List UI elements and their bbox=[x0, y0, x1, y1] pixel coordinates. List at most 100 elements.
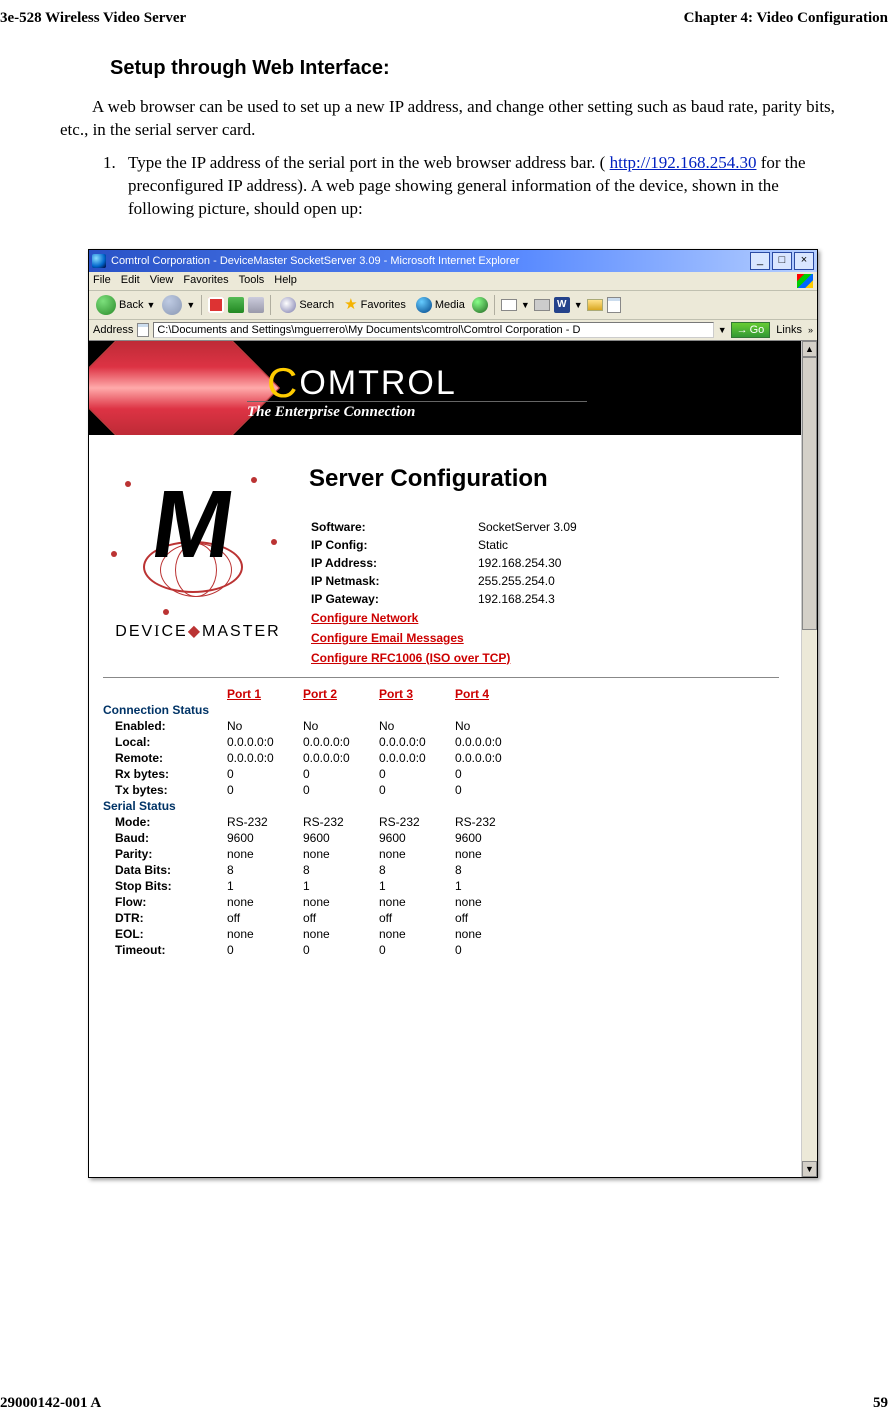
port-4-link[interactable]: Port 4 bbox=[455, 687, 489, 701]
brand-banner: COMTROL The Enterprise Connection bbox=[89, 341, 801, 435]
row-label: Enabled: bbox=[103, 718, 223, 734]
favorites-button[interactable]: ★ Favorites bbox=[341, 297, 409, 313]
cell-value: none bbox=[223, 926, 299, 942]
chevron-down-icon: ▼ bbox=[146, 300, 155, 310]
m-letter-icon: M bbox=[148, 487, 239, 564]
go-button[interactable]: → Go bbox=[731, 322, 771, 338]
row-label: Baud: bbox=[103, 830, 223, 846]
chevron-down-icon[interactable]: ▼ bbox=[718, 325, 727, 335]
chevron-down-icon[interactable]: ▼ bbox=[186, 300, 195, 310]
cfg-row: IP Netmask:255.255.254.0 bbox=[311, 573, 799, 589]
scroll-track[interactable] bbox=[802, 357, 817, 1161]
cell-value: 0 bbox=[375, 782, 451, 798]
table-row: DTR:offoffoffoff bbox=[103, 910, 527, 926]
chevron-right-icon[interactable]: » bbox=[808, 325, 813, 335]
cell-value: off bbox=[451, 910, 527, 926]
scroll-thumb[interactable] bbox=[802, 357, 817, 630]
port-1-link[interactable]: Port 1 bbox=[227, 687, 261, 701]
cell-value: 0 bbox=[451, 942, 527, 958]
media-button[interactable]: Media bbox=[413, 296, 468, 314]
scroll-down-icon[interactable]: ▼ bbox=[802, 1161, 817, 1177]
menu-help[interactable]: Help bbox=[274, 274, 297, 288]
close-button[interactable]: × bbox=[794, 252, 814, 270]
ip-address-link[interactable]: http://192.168.254.30 bbox=[610, 153, 757, 172]
configure-network-link[interactable]: Configure Network bbox=[311, 610, 418, 626]
screenshot: Comtrol Corporation - DeviceMaster Socke… bbox=[88, 249, 818, 1178]
cell-value: 0.0.0.0:0 bbox=[375, 750, 451, 766]
cell-value: 0 bbox=[223, 766, 299, 782]
port-header-row: Port 1 Port 2 Port 3 Port 4 bbox=[103, 686, 527, 702]
page-content: Setup through Web Interface: A web brows… bbox=[0, 27, 894, 1178]
page-button[interactable] bbox=[607, 297, 621, 313]
row-label: EOL: bbox=[103, 926, 223, 942]
configure-email-link[interactable]: Configure Email Messages bbox=[311, 630, 464, 646]
edit-button[interactable]: W bbox=[554, 297, 570, 313]
links-label[interactable]: Links bbox=[774, 324, 804, 336]
row-label: DTR: bbox=[103, 910, 223, 926]
folder-button[interactable] bbox=[587, 299, 603, 311]
table-row: EOL:nonenonenonenone bbox=[103, 926, 527, 942]
scroll-up-icon[interactable]: ▲ bbox=[802, 341, 817, 357]
back-button[interactable]: Back ▼ bbox=[93, 294, 158, 316]
header-right: Chapter 4: Video Configuration bbox=[684, 10, 888, 27]
vertical-scrollbar[interactable]: ▲ ▼ bbox=[801, 341, 817, 1177]
cell-value: No bbox=[451, 718, 527, 734]
row-label: Remote: bbox=[103, 750, 223, 766]
cell-value: none bbox=[299, 926, 375, 942]
toolbar: Back ▼ ▼ Search ★ Favorites bbox=[89, 291, 817, 320]
maximize-button[interactable]: □ bbox=[772, 252, 792, 270]
row-label: Parity: bbox=[103, 846, 223, 862]
menu-file[interactable]: File bbox=[93, 274, 111, 288]
mail-button[interactable] bbox=[501, 299, 517, 311]
row-label: Timeout: bbox=[103, 942, 223, 958]
menu-tools[interactable]: Tools bbox=[239, 274, 265, 288]
step-1: Type the IP address of the serial port i… bbox=[120, 152, 844, 221]
cell-value: none bbox=[299, 846, 375, 862]
search-icon bbox=[280, 297, 296, 313]
port-2-link[interactable]: Port 2 bbox=[303, 687, 337, 701]
history-button[interactable] bbox=[472, 297, 488, 313]
forward-button[interactable] bbox=[162, 295, 182, 315]
stop-button[interactable] bbox=[208, 297, 224, 313]
print-button[interactable] bbox=[534, 299, 550, 311]
config-panel: Server Configuration Software:SocketServ… bbox=[309, 435, 801, 669]
configure-rfc1006-link[interactable]: Configure RFC1006 (ISO over TCP) bbox=[311, 650, 510, 666]
table-row: Baud:9600960096009600 bbox=[103, 830, 527, 846]
table-row: Local:0.0.0.0:00.0.0.0:00.0.0.0:00.0.0.0… bbox=[103, 734, 527, 750]
menu-view[interactable]: View bbox=[150, 274, 174, 288]
chevron-down-icon[interactable]: ▼ bbox=[521, 300, 530, 310]
address-input[interactable] bbox=[153, 322, 713, 338]
titlebar: Comtrol Corporation - DeviceMaster Socke… bbox=[89, 250, 817, 272]
separator bbox=[270, 295, 271, 315]
cell-value: 1 bbox=[451, 878, 527, 894]
serial-status-heading: Serial Status bbox=[103, 798, 527, 814]
device-logo-text: DEVICE◆MASTER bbox=[103, 621, 293, 641]
row-label: Flow: bbox=[103, 894, 223, 910]
cell-value: 0.0.0.0:0 bbox=[223, 734, 299, 750]
search-button[interactable]: Search bbox=[277, 296, 337, 314]
config-table: Software:SocketServer 3.09 IP Config:Sta… bbox=[309, 517, 801, 669]
menu-favorites[interactable]: Favorites bbox=[183, 274, 228, 288]
menu-edit[interactable]: Edit bbox=[121, 274, 140, 288]
window-title: Comtrol Corporation - DeviceMaster Socke… bbox=[111, 255, 748, 267]
cell-value: 1 bbox=[375, 878, 451, 894]
row-label: Rx bytes: bbox=[103, 766, 223, 782]
menubar: File Edit View Favorites Tools Help bbox=[89, 272, 817, 291]
status-table: Port 1 Port 2 Port 3 Port 4 Connection S… bbox=[103, 686, 527, 958]
separator bbox=[494, 295, 495, 315]
chevron-down-icon[interactable]: ▼ bbox=[574, 300, 583, 310]
home-button[interactable] bbox=[248, 297, 264, 313]
footer-left: 29000142-001 A bbox=[0, 1395, 101, 1412]
browser-content: ▲ ▼ COMTROL The Enterprise Connection bbox=[89, 341, 817, 1177]
table-row: Enabled:NoNoNoNo bbox=[103, 718, 527, 734]
cell-value: none bbox=[375, 894, 451, 910]
port-3-link[interactable]: Port 3 bbox=[379, 687, 413, 701]
table-row: Data Bits:8888 bbox=[103, 862, 527, 878]
refresh-button[interactable] bbox=[228, 297, 244, 313]
cell-value: RS-232 bbox=[223, 814, 299, 830]
cell-value: off bbox=[299, 910, 375, 926]
page-header: 3e-528 Wireless Video Server Chapter 4: … bbox=[0, 0, 894, 27]
cell-value: No bbox=[375, 718, 451, 734]
minimize-button[interactable]: _ bbox=[750, 252, 770, 270]
cfg-row: IP Config:Static bbox=[311, 537, 799, 553]
